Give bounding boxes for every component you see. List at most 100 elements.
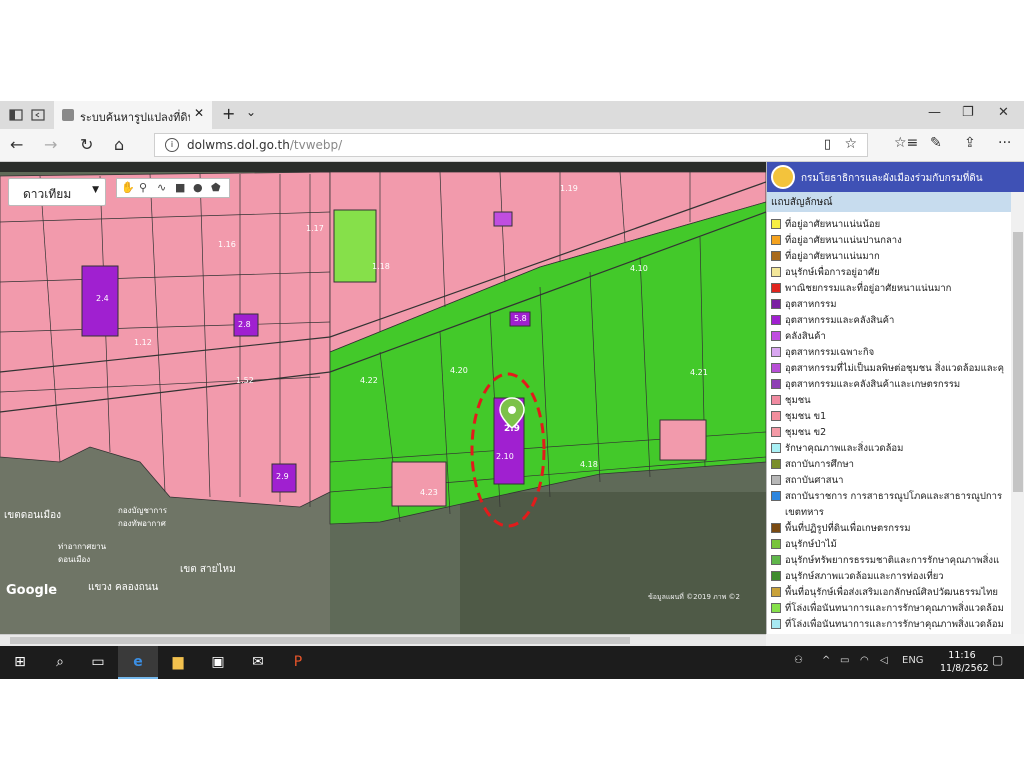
share-icon[interactable]: ⇪ [964,135,976,151]
task-view-icon[interactable]: ▭ [78,646,118,679]
powerpoint-icon[interactable]: P [278,646,318,679]
zone-community-left [0,171,331,508]
restore-button[interactable]: ❐ [962,105,974,120]
legend-list: ที่อยู่อาศัยหนาแน่นน้อยที่อยู่อาศัยหนาแน… [767,216,1011,632]
tab-menu-button[interactable]: ⌄ [246,105,256,119]
legend-item-label: อนุรักษ์สภาพแวดล้อมและการท่องเที่ยว [785,571,944,582]
polyline-tool-icon[interactable]: ∿ [157,181,166,194]
legend-swatch [771,539,781,549]
legend-item: อุตสาหกรรม [767,296,1011,312]
legend-item-label: อุตสาหกรรมและคลังสินค้าและเกษตรกรรม [785,379,961,390]
legend-item: ที่อยู่อาศัยหนาแน่นมาก [767,248,1011,264]
rectangle-tool-icon[interactable]: ■ [175,181,185,194]
map-tools: ✋ ⚲ ∿ ■ ● ⬟ [116,178,230,198]
back-icon[interactable]: ← [10,135,23,154]
window-close-button[interactable]: ✕ [998,105,1009,120]
polygon-tool-icon[interactable]: ⬟ [211,181,221,194]
new-tab-button[interactable]: + [222,104,235,123]
file-explorer-icon[interactable]: ▆ [158,646,198,679]
search-icon[interactable]: ⌕ [40,646,80,679]
notifications-icon[interactable]: ▢ [992,653,1003,667]
people-icon[interactable]: ⚇ [794,655,803,666]
basemap-select[interactable]: ดาวเทียม ▼ [8,178,106,206]
parcel-label: 4.10 [630,264,648,273]
favorites-hub-icon[interactable]: ☆≡ [894,135,918,151]
legend-scroll-thumb[interactable] [1013,232,1023,492]
home-icon[interactable]: ⌂ [114,135,124,154]
legend-item: รักษาคุณภาพและสิ่งแวดล้อม [767,440,1011,456]
legend-item-label: อนุรักษ์ทรัพยากรธรรมชาติและการรักษาคุณภา… [785,555,1000,566]
store-icon[interactable]: ▣ [198,646,238,679]
tab-preview-icon[interactable] [8,107,24,123]
legend-swatch [771,331,781,341]
chevron-down-icon: ▼ [92,185,99,195]
district-label: ท่าอากาศยาน ดอนเมือง [58,542,107,564]
legend-item-label: อุตสาหกรรม [785,299,837,310]
legend-item: พื้นที่ปฏิรูปที่ดินเพื่อเกษตรกรรม [767,520,1011,536]
legend-item-label: ที่อยู่อาศัยหนาแน่นน้อย [785,219,881,230]
parcel-label: 4.18 [580,460,598,469]
navigation-bar: ← → ↻ ⌂ i dolwms.dol.go.th/tvwebp/ ▯ ☆ ☆… [0,129,1024,162]
windows-start-icon[interactable]: ⊞ [0,646,40,679]
tab-close-button[interactable]: ✕ [194,106,204,120]
forward-icon[interactable]: → [44,135,57,154]
horizontal-scroll-thumb[interactable] [10,637,630,644]
active-tab[interactable]: ระบบค้นหารูปแปลงที่ดิน ✕ [54,101,212,129]
legend-swatch [771,219,781,229]
legend-item: สถาบันศาสนา [767,472,1011,488]
legend-scrollbar[interactable] [1011,192,1024,634]
parcel-label: 1.12 [134,338,152,347]
marker-tool-icon[interactable]: ⚲ [139,181,147,194]
url-host: dolwms.dol.go.th [187,138,290,152]
legend-swatch [771,443,781,453]
legend-swatch [771,459,781,469]
wifi-icon[interactable]: ◠ [860,655,869,666]
marker-parcel-label: 2.9 [504,424,520,434]
legend-panel: กรมโยธาธิการและผังเมืองร่วมกับกรมที่ดิน … [766,162,1024,634]
legend-item-label: อนุรักษ์ป่าไม้ [785,539,837,550]
legend-title-bar: แถบสัญลักษณ์ [767,192,1011,212]
legend-title: แถบสัญลักษณ์ [771,197,833,208]
parcel-label: 2.4 [96,294,109,303]
legend-item: อุตสาหกรรมที่ไม่เป็นมลพิษต่อชุมชน สิ่งแว… [767,360,1011,376]
mail-icon[interactable]: ✉ [238,646,278,679]
battery-icon[interactable]: ▭ [840,655,849,666]
tab-back-icon[interactable] [30,107,46,123]
parcel-label: 4.22 [360,376,378,385]
parcel-label: 2.9 [276,472,289,481]
circle-tool-icon[interactable]: ● [193,181,203,194]
pan-hand-icon[interactable]: ✋ [121,181,135,194]
parcel-community-4 [659,419,707,461]
more-options-icon[interactable]: ··· [998,135,1011,151]
legend-swatch [771,507,781,517]
parcel-label: 1.18 [372,262,390,271]
reading-view-icon[interactable]: ▯ [824,137,831,152]
legend-item-label: ชุมชน [785,395,811,406]
url-path: /tvwebp/ [289,138,343,152]
edge-browser-icon[interactable]: e [118,646,158,679]
address-bar[interactable]: i dolwms.dol.go.th/tvwebp/ ▯ ☆ [154,133,868,157]
top-strip [0,162,766,172]
url-text[interactable]: dolwms.dol.go.th/tvwebp/ [187,138,342,152]
parcel-label: 4.21 [690,368,708,377]
legend-item: ที่อยู่อาศัยหนาแน่นปานกลาง [767,232,1011,248]
web-note-icon[interactable]: ✎ [930,135,942,151]
parcel-label: 1.19 [560,184,578,193]
legend-swatch [771,555,781,565]
windows-taskbar: ⊞ ⌕ ▭ e ▆ ▣ ✉ P ⚇ ^ ▭ ◠ ◁ ENG 11:16 11/8… [0,646,1024,679]
legend-item: ที่อยู่อาศัยหนาแน่นน้อย [767,216,1011,232]
map-view[interactable]: 1.19 2.4 2.8 2.9 2.10 4.10 4.20 4.22 4.2… [0,162,766,634]
volume-icon[interactable]: ◁ [880,655,888,666]
language-indicator[interactable]: ENG [902,655,924,666]
tray-chevron-up-icon[interactable]: ^ [822,655,830,666]
favorite-star-icon[interactable]: ☆ [844,136,857,152]
minimize-button[interactable]: — [928,105,941,120]
clock[interactable]: 11:16 11/8/2562 [940,649,989,675]
legend-item: อุตสาหกรรมและคลังสินค้า [767,312,1011,328]
site-info-icon[interactable]: i [165,138,179,152]
refresh-icon[interactable]: ↻ [80,135,93,154]
parcel-label: 1.52 [236,376,254,385]
parcel-community-3 [391,461,447,507]
legend-swatch [771,267,781,277]
legend-item-label: อุตสาหกรรมที่ไม่เป็นมลพิษต่อชุมชน สิ่งแว… [785,363,1004,374]
